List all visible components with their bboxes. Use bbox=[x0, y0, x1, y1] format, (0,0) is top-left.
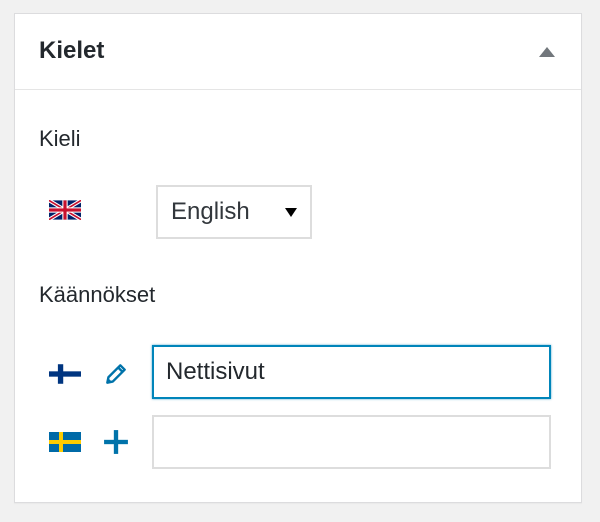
flag-sweden-icon bbox=[49, 432, 81, 452]
language-select-value: English bbox=[171, 198, 250, 225]
edit-translation-button[interactable] bbox=[99, 357, 133, 391]
flag-uk-icon bbox=[49, 200, 81, 220]
pencil-icon bbox=[106, 364, 126, 384]
translations-label: Käännökset bbox=[39, 282, 156, 307]
translation-input-swedish[interactable] bbox=[152, 415, 551, 469]
translation-input-finnish[interactable] bbox=[152, 345, 551, 399]
plus-icon bbox=[104, 430, 128, 454]
triangle-up-icon bbox=[539, 47, 555, 57]
dropdown-arrow-icon bbox=[285, 208, 297, 217]
languages-panel: Kielet Kieli English Käännökset bbox=[14, 13, 582, 503]
language-label: Kieli bbox=[39, 126, 81, 151]
panel-title: Kielet bbox=[39, 37, 105, 64]
collapse-toggle-button[interactable] bbox=[531, 36, 563, 68]
add-translation-button[interactable] bbox=[99, 425, 133, 459]
language-select[interactable]: English bbox=[156, 185, 312, 239]
panel-header: Kielet bbox=[15, 14, 581, 90]
flag-finland-icon bbox=[49, 364, 81, 384]
